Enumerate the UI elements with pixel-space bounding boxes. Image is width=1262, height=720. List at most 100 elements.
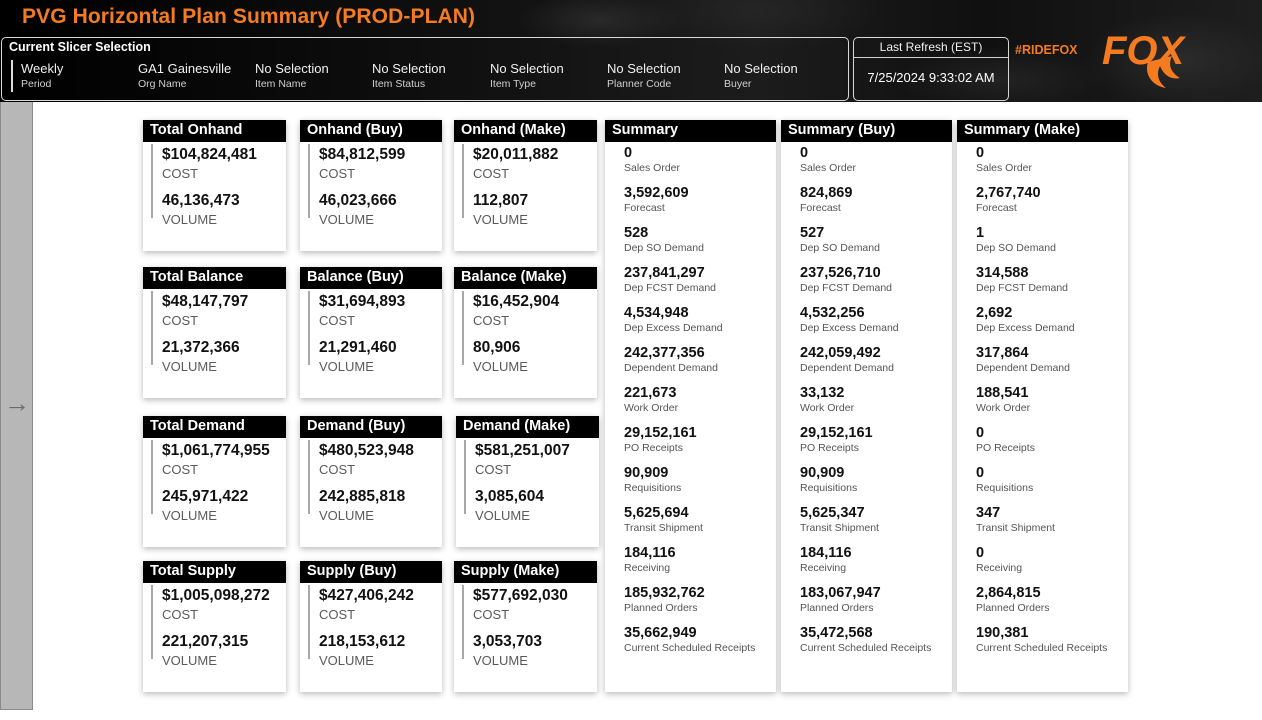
summary-metric: 0 Receiving — [976, 545, 1022, 574]
summary-metric: 314,588 Dep FCST Demand — [976, 265, 1068, 294]
summary-metric-label: PO Receipts — [800, 442, 859, 454]
summary-metric-label: Dep SO Demand — [976, 242, 1056, 254]
summary-metric-label: Forecast — [800, 202, 841, 214]
summary-metric: 35,472,568 Current Scheduled Receipts — [800, 625, 931, 654]
slicer-item-type[interactable]: No Selection Item Type — [490, 61, 564, 90]
kpi-card: Total Supply $1,005,098,272 COST 221,207,31… — [143, 561, 286, 692]
kpi-card: Balance (Buy) $31,694,893 COST 21,291,460 VO… — [300, 267, 442, 398]
summary-metric-label: Dep Excess Demand — [624, 322, 723, 334]
kpi-cost-label: COST — [475, 462, 512, 477]
summary-metric-value: 2,767,740 — [976, 185, 1041, 201]
slicer-period[interactable]: Weekly Period — [21, 61, 63, 90]
kpi-cost: $31,694,893 COST — [319, 293, 405, 328]
summary-metric: 29,152,161 PO Receipts — [624, 425, 697, 454]
kpi-cost-value: $84,812,599 — [319, 146, 406, 163]
summary-metric-value: 29,152,161 — [624, 425, 697, 441]
summary-metric: 0 Sales Order — [800, 145, 856, 174]
kpi-card: Total Onhand $104,824,481 COST 46,136,473 VO… — [143, 120, 286, 251]
kpi-volume: 242,885,818 VOLUME — [319, 488, 405, 523]
kpi-volume-value: 21,291,460 — [319, 339, 397, 356]
summary-metric: 35,662,949 Current Scheduled Receipts — [624, 625, 755, 654]
summary-metric-value: 4,534,948 — [624, 305, 689, 321]
slicer-buyer[interactable]: No Selection Buyer — [724, 61, 798, 90]
kpi-card-title: Total Demand — [143, 416, 286, 438]
summary-metric-value: 33,132 — [800, 385, 845, 401]
summary-metric: 0 Sales Order — [976, 145, 1032, 174]
kpi-cost-label: COST — [473, 607, 510, 622]
card-accent-bar — [308, 440, 310, 514]
kpi-volume: 21,372,366 VOLUME — [162, 339, 240, 374]
card-accent-bar — [462, 585, 464, 659]
slicer-item-status[interactable]: No Selection Item Status — [372, 61, 446, 90]
summary-panel: Summary (Buy) 0 Sales Order 824,869 Forecast… — [781, 120, 952, 692]
summary-metric: 90,909 Requisitions — [800, 465, 857, 494]
summary-metric-label: Dep Excess Demand — [976, 322, 1075, 334]
summary-metric: 90,909 Requisitions — [624, 465, 681, 494]
summary-metric-label: Work Order — [976, 402, 1031, 414]
summary-metric-label: Transit Shipment — [800, 522, 879, 534]
summary-metric: 5,625,347 Transit Shipment — [800, 505, 879, 534]
kpi-cost: $480,523,948 COST — [319, 442, 414, 477]
slicer-planner-code[interactable]: No Selection Planner Code — [607, 61, 681, 90]
kpi-card: Demand (Make) $581,251,007 COST 3,085,604 VO… — [456, 416, 599, 547]
slicer-label: Buyer — [724, 78, 752, 90]
summary-metric-value: 35,662,949 — [624, 625, 697, 641]
fox-logo-text: FOX — [1102, 29, 1187, 73]
kpi-volume: 46,136,473 VOLUME — [162, 192, 240, 227]
summary-metric: 3,592,609 Forecast — [624, 185, 689, 214]
summary-metric-label: Current Scheduled Receipts — [624, 642, 756, 654]
summary-metric-label: PO Receipts — [976, 442, 1035, 454]
kpi-cost-label: COST — [319, 462, 356, 477]
kpi-cost-value: $581,251,007 — [475, 442, 570, 459]
arrow-right-icon[interactable]: → — [4, 390, 30, 416]
summary-metric-value: 29,152,161 — [800, 425, 873, 441]
summary-metric-value: 4,532,256 — [800, 305, 865, 321]
kpi-card-title: Balance (Buy) — [300, 267, 442, 289]
summary-metric-label: Requisitions — [624, 482, 682, 494]
kpi-volume-value: 21,372,366 — [162, 339, 240, 356]
kpi-card: Demand (Buy) $480,523,948 COST 242,885,818 V… — [300, 416, 442, 547]
kpi-card: Onhand (Make) $20,011,882 COST 112,807 VOLUM… — [454, 120, 597, 251]
kpi-volume: 221,207,315 VOLUME — [162, 633, 248, 668]
summary-metric-value: 35,472,568 — [800, 625, 873, 641]
summary-metric-value: 5,625,694 — [624, 505, 689, 521]
summary-metric-value: 90,909 — [800, 465, 845, 481]
kpi-card: Supply (Buy) $427,406,242 COST 218,153,612 V… — [300, 561, 442, 692]
summary-metric-label: Transit Shipment — [624, 522, 703, 534]
kpi-cost-value: $16,452,904 — [473, 293, 560, 310]
kpi-card-title: Supply (Make) — [454, 561, 597, 583]
kpi-volume-label: VOLUME — [475, 508, 530, 523]
last-refresh-panel: Last Refresh (EST) 7/25/2024 9:33:02 AM — [853, 37, 1009, 101]
summary-metric-value: 237,841,297 — [624, 265, 705, 281]
summary-metric-label: Dependent Demand — [624, 362, 718, 374]
summary-metric-value: 314,588 — [976, 265, 1029, 281]
summary-metric-label: Sales Order — [800, 162, 857, 174]
summary-metric: 2,864,815 Planned Orders — [976, 585, 1050, 614]
summary-metric-value: 0 — [976, 425, 985, 441]
summary-metric-label: Receiving — [800, 562, 847, 574]
kpi-cost: $427,406,242 COST — [319, 587, 414, 622]
page-title: PVG Horizontal Plan Summary (PROD-PLAN) — [22, 5, 476, 28]
summary-metric: 2,692 Dep Excess Demand — [976, 305, 1075, 334]
summary-metric: 184,116 Receiving — [624, 545, 676, 574]
summary-panel-title: Summary — [605, 120, 776, 142]
sidebar-panel[interactable]: → — [0, 102, 33, 710]
summary-metric: 527 Dep SO Demand — [800, 225, 880, 254]
slicer-org-name[interactable]: GA1 Gainesville Org Name — [138, 61, 231, 90]
summary-metric-label: Dep FCST Demand — [800, 282, 893, 294]
kpi-cost: $1,005,098,272 COST — [162, 587, 270, 622]
kpi-volume-value: 3,053,703 — [473, 633, 542, 650]
kpi-volume-value: 3,085,604 — [475, 488, 544, 505]
slicer-value: Weekly — [21, 61, 64, 76]
slicer-item-name[interactable]: No Selection Item Name — [255, 61, 329, 90]
summary-metric-value: 5,625,347 — [800, 505, 865, 521]
summary-metric-value: 2,864,815 — [976, 585, 1041, 601]
kpi-volume-value: 245,971,422 — [162, 488, 249, 505]
card-accent-bar — [151, 440, 153, 514]
kpi-volume-label: VOLUME — [473, 359, 528, 374]
summary-metric: 347 Transit Shipment — [976, 505, 1055, 534]
summary-metric-label: Current Scheduled Receipts — [976, 642, 1108, 654]
slicer-label: Item Status — [372, 78, 426, 90]
summary-metric-label: Receiving — [624, 562, 671, 574]
kpi-card-title: Total Onhand — [143, 120, 286, 142]
